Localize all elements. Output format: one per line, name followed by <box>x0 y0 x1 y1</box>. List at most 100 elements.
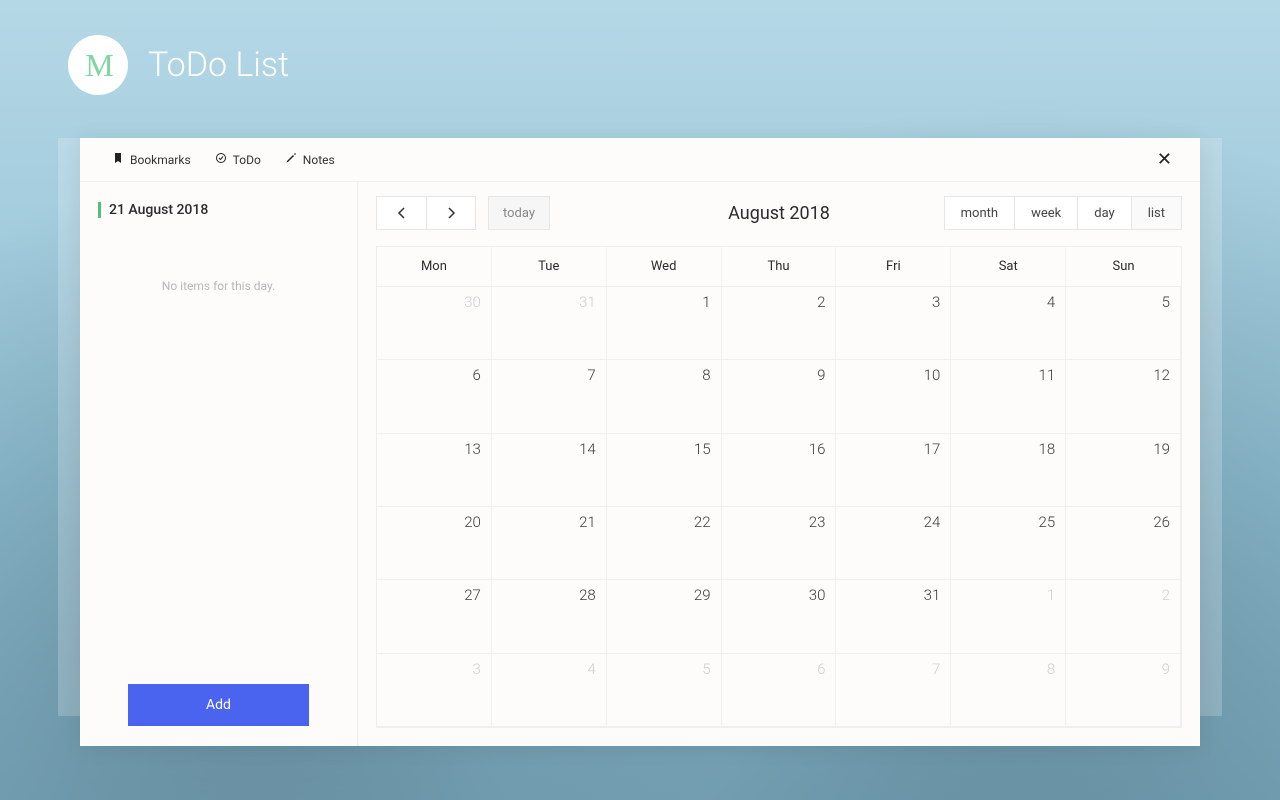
dow-label: Fri <box>836 247 951 286</box>
day-number: 30 <box>809 586 826 604</box>
calendar-cell[interactable]: 20 <box>377 507 492 580</box>
calendar-cell[interactable]: 3 <box>836 287 951 360</box>
calendar-cell[interactable]: 19 <box>1066 434 1181 507</box>
day-number: 31 <box>579 293 596 311</box>
chevron-right-icon <box>446 204 456 223</box>
page-header: M ToDo List <box>68 35 289 95</box>
calendar-cell[interactable]: 1 <box>607 287 722 360</box>
day-number: 25 <box>1039 513 1056 531</box>
day-number: 18 <box>1039 440 1056 458</box>
day-number: 21 <box>579 513 596 531</box>
dow-label: Mon <box>377 247 492 286</box>
check-icon <box>215 152 227 167</box>
calendar-cell[interactable]: 3 <box>377 654 492 727</box>
calendar-cell[interactable]: 18 <box>951 434 1066 507</box>
calendar-cell[interactable]: 31 <box>836 580 951 653</box>
bookmark-icon <box>112 152 124 167</box>
today-button[interactable]: today <box>488 196 550 230</box>
today-label: today <box>503 206 535 221</box>
calendar-cell[interactable]: 30 <box>377 287 492 360</box>
close-button[interactable]: ✕ <box>1149 145 1180 174</box>
calendar-cell[interactable]: 23 <box>722 507 837 580</box>
day-number: 20 <box>464 513 481 531</box>
calendar-cell[interactable]: 30 <box>722 580 837 653</box>
add-button-label: Add <box>206 697 231 713</box>
calendar-cell[interactable]: 6 <box>377 360 492 433</box>
tab-label: Bookmarks <box>130 153 191 167</box>
day-number: 4 <box>1047 293 1055 311</box>
day-number: 4 <box>587 660 595 678</box>
day-number: 13 <box>464 440 481 458</box>
calendar-cell[interactable]: 24 <box>836 507 951 580</box>
day-number: 30 <box>464 293 481 311</box>
calendar-cell[interactable]: 11 <box>951 360 1066 433</box>
calendar-cell[interactable]: 13 <box>377 434 492 507</box>
calendar-cell[interactable]: 21 <box>492 507 607 580</box>
day-number: 5 <box>1162 293 1170 311</box>
calendar-cell[interactable]: 4 <box>492 654 607 727</box>
calendar-cell[interactable]: 14 <box>492 434 607 507</box>
calendar-cell[interactable]: 27 <box>377 580 492 653</box>
calendar-cell[interactable]: 16 <box>722 434 837 507</box>
view-day-button[interactable]: day <box>1078 196 1131 230</box>
calendar-cell[interactable]: 2 <box>722 287 837 360</box>
logo-letter: M <box>85 47 110 84</box>
tab-todo[interactable]: ToDo <box>203 146 273 173</box>
calendar-cell[interactable]: 26 <box>1066 507 1181 580</box>
calendar-cell[interactable]: 22 <box>607 507 722 580</box>
day-number: 28 <box>579 586 596 604</box>
calendar-cell[interactable]: 9 <box>722 360 837 433</box>
calendar-cell[interactable]: 25 <box>951 507 1066 580</box>
calendar-cell[interactable]: 17 <box>836 434 951 507</box>
dow-label: Wed <box>607 247 722 286</box>
day-number: 7 <box>587 366 595 384</box>
calendar-cell[interactable]: 15 <box>607 434 722 507</box>
calendar-cell[interactable]: 31 <box>492 287 607 360</box>
tab-bookmarks[interactable]: Bookmarks <box>100 146 203 173</box>
add-button[interactable]: Add <box>128 684 309 726</box>
day-number: 29 <box>694 586 711 604</box>
calendar-cell[interactable]: 12 <box>1066 360 1181 433</box>
day-number: 31 <box>924 586 941 604</box>
calendar-cell[interactable]: 1 <box>951 580 1066 653</box>
calendar-grid: 3031123456789101112131415161718192021222… <box>376 286 1182 728</box>
day-number: 5 <box>702 660 710 678</box>
calendar-cell[interactable]: 7 <box>492 360 607 433</box>
calendar-cell[interactable]: 6 <box>722 654 837 727</box>
calendar-cell[interactable]: 2 <box>1066 580 1181 653</box>
calendar: today August 2018 month week day list Mo… <box>358 182 1200 746</box>
view-week-button[interactable]: week <box>1015 196 1078 230</box>
tab-notes[interactable]: Notes <box>273 146 347 173</box>
page-title: ToDo List <box>148 45 289 85</box>
next-button[interactable] <box>426 196 476 230</box>
selected-date-header: 21 August 2018 <box>98 202 339 218</box>
calendar-cell[interactable]: 8 <box>607 360 722 433</box>
day-number: 8 <box>702 366 710 384</box>
view-list-button[interactable]: list <box>1132 196 1182 230</box>
content: 21 August 2018 No items for this day. Ad… <box>80 182 1200 746</box>
day-number: 7 <box>932 660 940 678</box>
calendar-cell[interactable]: 7 <box>836 654 951 727</box>
calendar-cell[interactable]: 10 <box>836 360 951 433</box>
day-number: 11 <box>1039 366 1056 384</box>
dow-header: MonTueWedThuFriSatSun <box>376 246 1182 286</box>
view-month-button[interactable]: month <box>944 196 1015 230</box>
day-number: 10 <box>924 366 941 384</box>
calendar-cell[interactable]: 8 <box>951 654 1066 727</box>
day-number: 26 <box>1153 513 1170 531</box>
calendar-cell[interactable]: 5 <box>1066 287 1181 360</box>
prev-button[interactable] <box>376 196 426 230</box>
day-number: 9 <box>817 366 825 384</box>
day-number: 1 <box>702 293 710 311</box>
day-number: 2 <box>1162 586 1170 604</box>
calendar-cell[interactable]: 9 <box>1066 654 1181 727</box>
calendar-cell[interactable]: 4 <box>951 287 1066 360</box>
main-panel: Bookmarks ToDo Notes ✕ <box>58 138 1222 716</box>
calendar-cell[interactable]: 29 <box>607 580 722 653</box>
calendar-toolbar: today August 2018 month week day list <box>376 196 1182 230</box>
close-icon: ✕ <box>1157 149 1172 170</box>
dow-label: Tue <box>492 247 607 286</box>
day-number: 1 <box>1047 586 1055 604</box>
calendar-cell[interactable]: 5 <box>607 654 722 727</box>
calendar-cell[interactable]: 28 <box>492 580 607 653</box>
